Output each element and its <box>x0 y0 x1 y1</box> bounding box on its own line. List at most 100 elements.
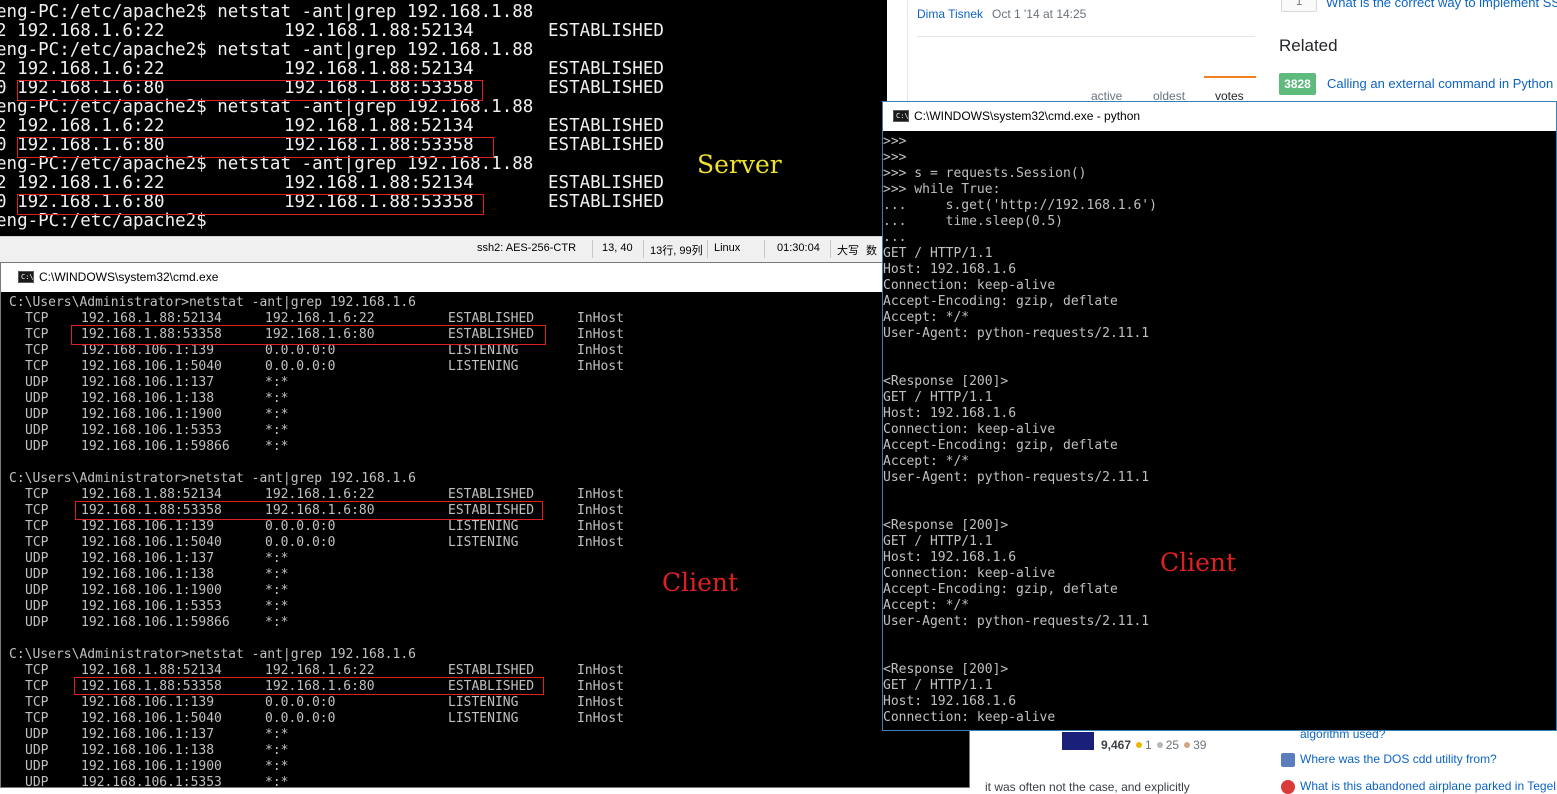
command-prompt: C:\Users\Administrator>netstat -ant|grep… <box>9 647 416 662</box>
local-address: 192.168.106.1:1900 <box>81 583 222 598</box>
console-line: <Response [200]> <box>883 662 1009 677</box>
client-annotation: Client <box>1160 548 1237 577</box>
hot-question-link[interactable]: Where was the DOS cdd utility from? <box>1300 752 1497 766</box>
foreign-address: *:* <box>265 743 289 758</box>
silver-badge-icon <box>1156 742 1163 748</box>
comment-author-link[interactable]: Dima Tisnek <box>917 7 983 21</box>
client-cmd-window[interactable]: C:\ C:\WINDOWS\system32\cmd.exe C:\Users… <box>0 262 970 788</box>
local-address: 192.168.106.1:139 <box>81 519 215 534</box>
console-line: User-Agent: python-requests/2.11.1 <box>883 614 1150 629</box>
active-tab-underline <box>1204 76 1256 78</box>
offload-state: InHost <box>577 695 624 710</box>
offload-state: InHost <box>577 711 624 726</box>
local-address: 192.168.106.1:5353 <box>81 775 222 787</box>
local-address: 192.168.106.1:1900 <box>81 407 222 422</box>
window-titlebar[interactable]: C:\ C:\WINDOWS\system32\cmd.exe - python <box>883 102 1556 131</box>
status-separator <box>643 240 644 258</box>
protocol: TCP <box>25 487 49 502</box>
connection-state: ESTABLISHED <box>548 135 664 155</box>
offload-state: InHost <box>577 663 624 678</box>
console-line: Connection: keep-alive <box>883 278 1056 293</box>
console-line: ... time.sleep(0.5) <box>883 214 1064 229</box>
python-console[interactable]: >>> >>> >>> s = requests.Session() >>> whil… <box>883 131 1556 730</box>
server-annotation: Server <box>697 150 782 179</box>
protocol: TCP <box>25 343 49 358</box>
line-text: eng-PC:/etc/apache2$ netstat -ant|grep 1… <box>0 2 534 22</box>
protocol: TCP <box>25 679 49 694</box>
server-terminal[interactable]: eng-PC:/etc/apache2$ netstat -ant|grep 1… <box>0 0 887 236</box>
console-line: Accept-Encoding: gzip, deflate <box>883 294 1118 309</box>
command-prompt: C:\Users\Administrator>netstat -ant|grep… <box>9 471 416 486</box>
python-cmd-window[interactable]: C:\ C:\WINDOWS\system32\cmd.exe - python… <box>882 101 1557 731</box>
foreign-address: 0.0.0.0:0 <box>265 711 336 726</box>
connection-state: ESTABLISHED <box>548 21 664 41</box>
bronze-badge-count: 39 <box>1193 738 1207 752</box>
client-annotation: Client <box>662 568 739 597</box>
protocol: UDP <box>25 567 49 582</box>
console-line: Connection: keep-alive <box>883 710 1056 725</box>
protocol: TCP <box>25 535 49 550</box>
protocol: UDP <box>25 727 49 742</box>
local-address: 192.168.106.1:139 <box>81 695 215 710</box>
offload-state: InHost <box>577 311 624 326</box>
connection-state: LISTENING <box>448 359 519 374</box>
highlight-box <box>74 677 544 695</box>
foreign-address: *:* <box>265 407 289 422</box>
window-title: C:\WINDOWS\system32\cmd.exe <box>39 270 219 284</box>
console-line: >>> s = requests.Session() <box>883 166 1087 181</box>
connection-state: ESTABLISHED <box>548 192 664 212</box>
foreign-address: *:* <box>265 423 289 438</box>
aviation-site-icon <box>1281 780 1295 794</box>
local-address: 192.168.106.1:138 <box>81 391 215 406</box>
foreign-address: 0.0.0.0:0 <box>265 695 336 710</box>
console-line: >>> <box>883 134 907 149</box>
console-line: ... <box>883 230 907 245</box>
protocol: UDP <box>25 615 49 630</box>
protocol: UDP <box>25 391 49 406</box>
offload-state: InHost <box>577 519 624 534</box>
foreign-address: 192.168.1.88:52134 <box>284 173 474 193</box>
cmd-console[interactable]: C:\Users\Administrator>netstat -ant|grep… <box>1 292 969 787</box>
protocol: UDP <box>25 407 49 422</box>
connection-state: LISTENING <box>448 695 519 710</box>
console-line: GET / HTTP/1.1 <box>883 678 993 693</box>
status-separator <box>707 240 708 258</box>
foreign-address: 0.0.0.0:0 <box>265 535 336 550</box>
connection-state: LISTENING <box>448 711 519 726</box>
protocol: TCP <box>25 311 49 326</box>
offload-state: InHost <box>577 327 624 342</box>
highlight-box <box>71 325 546 345</box>
line-text: eng-PC:/etc/apache2$ netstat -ant|grep 1… <box>0 40 534 60</box>
user-avatar[interactable] <box>1062 732 1094 750</box>
related-question-link[interactable]: What is the correct way to implement SS <box>1326 0 1557 10</box>
foreign-address: *:* <box>265 615 289 630</box>
foreign-address: *:* <box>265 583 289 598</box>
foreign-address: 192.168.1.88:52134 <box>284 116 474 136</box>
offload-state: InHost <box>577 535 624 550</box>
bronze-badge-icon <box>1184 742 1191 748</box>
console-line: Accept-Encoding: gzip, deflate <box>883 582 1118 597</box>
status-separator <box>830 240 831 258</box>
protocol: TCP <box>25 711 49 726</box>
related-heading: Related <box>1279 36 1338 55</box>
window-titlebar[interactable]: C:\ C:\WINDOWS\system32\cmd.exe <box>1 263 969 292</box>
console-line: User-Agent: python-requests/2.11.1 <box>883 470 1150 485</box>
console-line: GET / HTTP/1.1 <box>883 246 993 261</box>
connection-state: LISTENING <box>448 343 519 358</box>
related-question-link[interactable]: Calling an external command in Python <box>1327 76 1553 91</box>
console-line: GET / HTTP/1.1 <box>883 390 993 405</box>
console-line: Host: 192.168.1.6 <box>883 406 1017 421</box>
local-address: 192.168.106.1:139 <box>81 343 215 358</box>
console-line: <Response [200]> <box>883 374 1009 389</box>
highlight-box <box>75 501 543 520</box>
comment-separator <box>917 36 1255 37</box>
local-address: 192.168.106.1:138 <box>81 743 215 758</box>
foreign-address: *:* <box>265 567 289 582</box>
hot-question-link[interactable]: What is this abandoned airplane parked i… <box>1300 779 1556 793</box>
retrocomputing-site-icon <box>1281 753 1295 767</box>
highlight-box <box>17 80 483 101</box>
foreign-address: *:* <box>265 759 289 774</box>
foreign-address: 192.168.1.88:52134 <box>284 21 474 41</box>
protocol: UDP <box>25 551 49 566</box>
local-address: 192.168.106.1:1900 <box>81 759 222 774</box>
